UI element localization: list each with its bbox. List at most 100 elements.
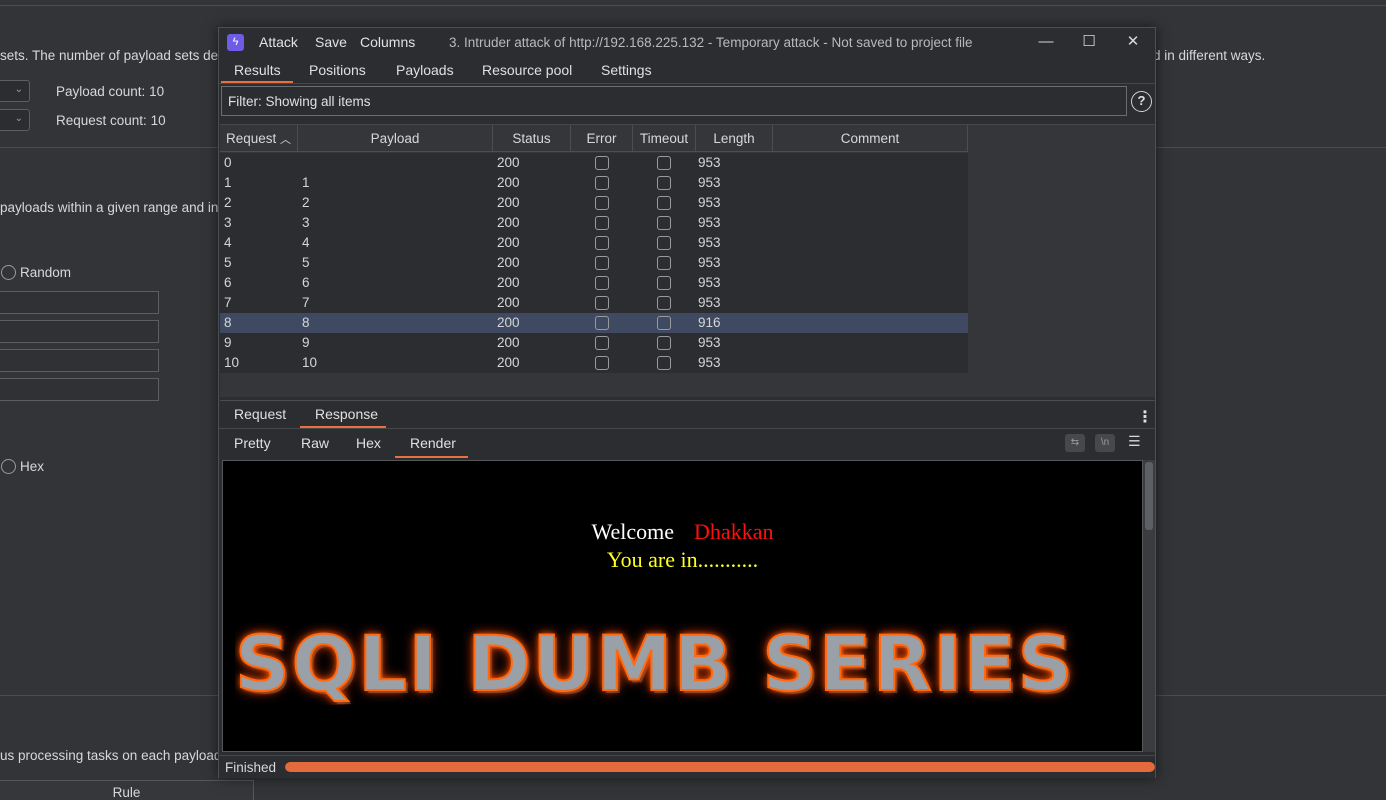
range-step-field[interactable] (0, 349, 159, 372)
column-header-request[interactable]: Request ︿ (220, 125, 298, 152)
title-bar: ϟ Attack Save Columns 3. Intruder attack… (219, 28, 1155, 57)
tab-hex[interactable]: Hex (356, 435, 381, 451)
request-count-label: Request count: 10 (56, 113, 166, 128)
error-checkbox (595, 216, 609, 230)
cell-payload: 1 (302, 175, 310, 190)
cell-length: 953 (698, 195, 721, 210)
attack-tabs: Results Positions Payloads Resource pool… (219, 57, 1155, 84)
cell-payload: 2 (302, 195, 310, 210)
word-wrap-icon[interactable]: ⇆ (1065, 434, 1085, 452)
cell-request: 6 (224, 275, 232, 290)
column-header-status[interactable]: Status (493, 125, 571, 152)
error-checkbox (595, 176, 609, 190)
message-tabs: Request Response (219, 401, 1155, 429)
bg-top-divider (0, 5, 1386, 6)
bg-processing-text: us processing tasks on each payload (0, 748, 222, 763)
table-row[interactable]: 5 5 200 953 (220, 253, 968, 273)
progress-bar (285, 762, 1155, 772)
tab-raw[interactable]: Raw (301, 435, 329, 451)
menu-attack[interactable]: Attack (259, 34, 298, 50)
table-row[interactable]: 7 7 200 953 (220, 293, 968, 313)
cell-status: 200 (497, 175, 520, 190)
tab-settings[interactable]: Settings (601, 62, 652, 78)
table-row[interactable]: 4 4 200 953 (220, 233, 968, 253)
range-count-field[interactable] (0, 378, 159, 401)
welcome-text: Welcome (591, 519, 675, 544)
timeout-checkbox (657, 256, 671, 270)
column-header-timeout[interactable]: Timeout (633, 125, 696, 152)
table-row[interactable]: 10 10 200 953 (220, 353, 968, 373)
column-header-length[interactable]: Length (696, 125, 773, 152)
newline-toggle-icon[interactable]: \n (1095, 434, 1115, 452)
payload-set-select[interactable]: ⌄ (0, 80, 30, 102)
hex-radio[interactable] (1, 459, 16, 474)
cell-status: 200 (497, 195, 520, 210)
cell-length: 953 (698, 355, 721, 370)
range-to-field[interactable] (0, 320, 159, 343)
minimize-icon[interactable]: — (1031, 31, 1061, 53)
table-row[interactable]: 0 200 953 (220, 153, 968, 173)
error-checkbox (595, 316, 609, 330)
tab-pretty[interactable]: Pretty (234, 435, 271, 451)
error-checkbox (595, 196, 609, 210)
tab-payloads[interactable]: Payloads (396, 62, 454, 78)
timeout-checkbox (657, 276, 671, 290)
maximize-icon[interactable]: ☐ (1074, 31, 1104, 53)
login-message: You are in........... (606, 547, 759, 572)
timeout-checkbox (657, 316, 671, 330)
active-tab-indicator (221, 81, 293, 83)
cell-length: 953 (698, 295, 721, 310)
random-label: Random (20, 265, 72, 280)
window-title: 3. Intruder attack of http://192.168.225… (449, 35, 973, 50)
cell-request: 3 (224, 215, 232, 230)
cell-request: 5 (224, 255, 232, 270)
username-text: Dhakkan (694, 519, 774, 544)
table-row[interactable]: 9 9 200 953 (220, 333, 968, 353)
timeout-checkbox (657, 296, 671, 310)
tab-response[interactable]: Response (315, 406, 378, 422)
cell-status: 200 (497, 275, 520, 290)
random-radio[interactable] (1, 265, 16, 280)
table-row[interactable]: 6 6 200 953 (220, 273, 968, 293)
tab-positions[interactable]: Positions (309, 62, 366, 78)
active-view-tab-indicator (395, 456, 468, 458)
hamburger-menu-icon[interactable]: ☰ (1128, 433, 1141, 450)
more-options-icon[interactable]: ⋮ (1137, 407, 1153, 427)
cell-payload: 9 (302, 335, 310, 350)
filter-bar[interactable]: Filter: Showing all items (221, 86, 1127, 116)
error-checkbox (595, 276, 609, 290)
cell-length: 953 (698, 275, 721, 290)
cell-length: 953 (698, 175, 721, 190)
cell-length: 953 (698, 235, 721, 250)
payload-type-select[interactable]: ⌄ (0, 109, 30, 131)
menu-columns[interactable]: Columns (360, 34, 415, 50)
cell-status: 200 (497, 335, 520, 350)
rule-column-header[interactable]: Rule (0, 780, 254, 800)
column-header-error[interactable]: Error (571, 125, 633, 152)
table-row[interactable]: 1 1 200 953 (220, 173, 968, 193)
rendered-response: Welcome Dhakkan You are in........... SQL… (222, 460, 1143, 752)
table-row[interactable]: 3 3 200 953 (220, 213, 968, 233)
menu-save[interactable]: Save (315, 34, 347, 50)
help-icon[interactable]: ? (1131, 91, 1152, 112)
tab-request[interactable]: Request (234, 406, 286, 422)
tab-resource-pool[interactable]: Resource pool (482, 62, 572, 78)
tab-results[interactable]: Results (234, 62, 281, 78)
scrollbar-thumb[interactable] (1145, 462, 1153, 530)
cell-request: 4 (224, 235, 232, 250)
table-row[interactable]: 2 2 200 953 (220, 193, 968, 213)
error-checkbox (595, 296, 609, 310)
view-tabs: Pretty Raw Hex Render (219, 430, 1155, 459)
close-icon[interactable]: ✕ (1118, 31, 1148, 53)
render-scrollbar[interactable] (1143, 460, 1155, 752)
cell-request: 1 (224, 175, 232, 190)
tab-render[interactable]: Render (410, 435, 456, 451)
column-header-comment[interactable]: Comment (773, 125, 968, 152)
timeout-checkbox (657, 356, 671, 370)
table-row[interactable]: 8 8 200 916 (220, 313, 968, 333)
timeout-checkbox (657, 336, 671, 350)
cell-length: 953 (698, 255, 721, 270)
range-from-field[interactable] (0, 291, 159, 314)
column-header-payload[interactable]: Payload (298, 125, 493, 152)
progress-fill (285, 762, 1155, 772)
